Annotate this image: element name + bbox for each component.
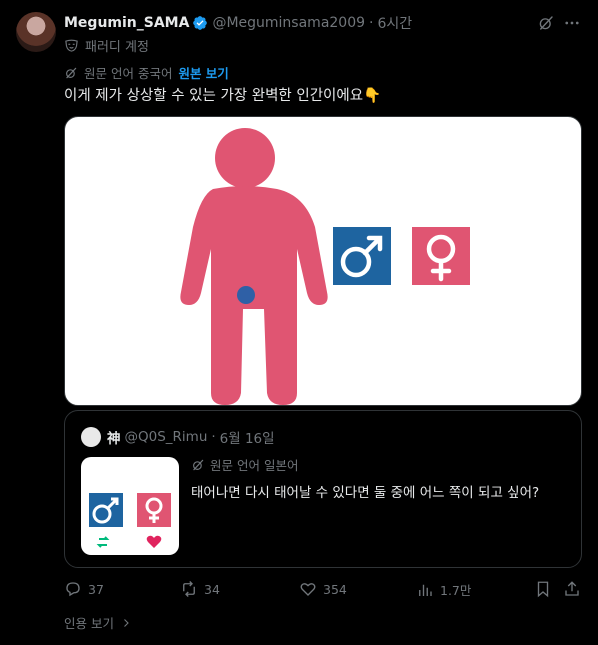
quote-text: 태어나면 다시 태어날 수 있다면 둘 중에 어느 쪽이 되고 싶어? [191,485,540,501]
quote-thumbnail [81,457,179,555]
share-icon[interactable] [563,580,581,598]
translation-row: 원문 언어 중국어 원본 보기 [64,63,229,82]
chevron-right-icon [124,618,129,627]
like-count: 354 [323,581,347,597]
tweet-actions: 37 34 354 1.7만 [64,580,584,602]
figure-dot [237,286,255,304]
grok-icon[interactable] [537,14,555,32]
quote-separator: · [211,429,216,445]
repost-count: 34 [204,581,220,597]
quote-header: 神 @Q0S_Rimu · 6월 16일 [107,427,275,447]
view-original-link[interactable]: 원본 보기 [178,63,228,82]
parody-mask-icon [65,39,78,52]
reply-count: 37 [88,581,104,597]
author-name[interactable]: Megumin_SAMA [64,15,189,31]
view-quotes-link[interactable]: 인용 보기 [64,613,132,632]
views-count: 1.7만 [440,583,472,598]
like-icon [300,583,316,596]
tweet-header: Megumin_SAMA @Meguminsama2009 · 6시간 [64,13,412,33]
male-symbol-box [333,227,391,285]
tweet-media-image[interactable] [64,116,582,406]
more-dots-icon[interactable] [563,14,581,32]
translate-icon [66,67,77,78]
human-figure-illustration [180,128,470,405]
author-handle[interactable]: @Meguminsama2009 [212,15,365,31]
quote-original-language: 원문 언어 일본어 [210,458,299,473]
tweet-text: 이게 제가 상상할 수 있는 가장 완벽한 인간이에요👇 [64,88,382,104]
like-button[interactable]: 354 [299,580,347,598]
quote-author-avatar [81,427,101,447]
view-quotes-label: 인용 보기 [64,616,114,631]
quoted-tweet[interactable]: 神 @Q0S_Rimu · 6월 16일 원문 언어 일본어 태어나면 다시 태… [64,410,582,568]
parody-text: 패러디 계정 [85,40,149,55]
views-icon [419,584,432,596]
quote-author-name: 神 [107,431,121,447]
bookmark-icon[interactable] [534,580,552,598]
repost-button[interactable]: 34 [180,580,220,598]
quote-date: 6월 16일 [219,431,275,447]
tweet-time[interactable]: 6시간 [377,13,412,33]
quote-author-handle: @Q0S_Rimu [124,429,208,445]
parody-label: 패러디 계정 [64,36,149,55]
translate-icon [193,459,204,470]
repost-icon [183,581,195,597]
author-avatar[interactable] [16,12,56,52]
views-button[interactable]: 1.7만 [416,580,471,599]
header-separator: · [369,15,374,31]
reply-button[interactable]: 37 [64,580,104,598]
original-language: 원문 언어 중국어 [84,66,173,81]
figure-head [215,128,275,188]
verified-badge-icon [193,16,208,30]
quote-translation-row: 원문 언어 일본어 [191,455,298,474]
reply-icon [66,582,80,597]
